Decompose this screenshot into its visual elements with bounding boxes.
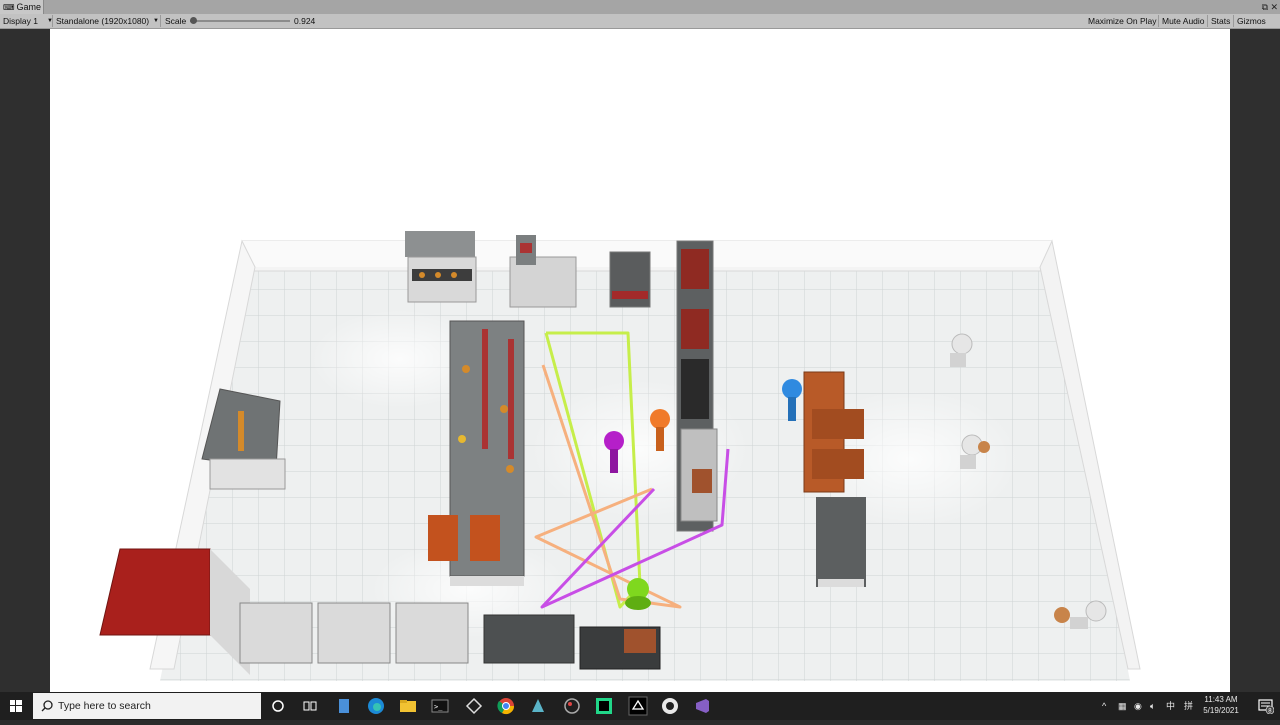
game-canvas[interactable] (50, 29, 1230, 692)
chevron-down-icon: ▼ (153, 18, 159, 24)
github-icon[interactable] (660, 696, 680, 716)
toolbar-divider (160, 15, 161, 27)
terminal-icon[interactable]: >_ (430, 696, 450, 716)
unity-hub-icon[interactable] (464, 696, 484, 716)
toolbar-divider (1207, 15, 1208, 27)
taskbar-clock[interactable]: 11:43 AM 5/19/2021 (1199, 694, 1243, 716)
maximize-pane-button[interactable]: ⧉ (1262, 0, 1268, 14)
file-icon[interactable] (334, 696, 354, 716)
game-viewport (0, 29, 1280, 692)
chrome-icon[interactable] (496, 696, 516, 716)
mute-audio-toggle[interactable]: Mute Audio (1162, 14, 1205, 28)
scale-slider-handle[interactable] (190, 17, 197, 24)
toolbar-divider (1158, 15, 1159, 27)
fryer-line (676, 240, 718, 532)
search-icon (41, 700, 53, 712)
notification-icon[interactable]: 8 (1258, 698, 1274, 714)
ime-mode-pinyin[interactable]: 拼 (1184, 692, 1193, 720)
toolbar-divider (1233, 15, 1234, 27)
close-pane-button[interactable]: ✕ (1270, 0, 1278, 14)
scale-slider[interactable] (190, 20, 290, 22)
svg-text:>_: >_ (434, 703, 443, 711)
edge-icon[interactable] (366, 696, 386, 716)
taskbar-search-box[interactable]: Type here to search (33, 693, 261, 719)
volume-icon[interactable]: 🔈︎ (1150, 692, 1155, 720)
tab-game[interactable]: ⌨ Game (0, 0, 44, 14)
scale-label: Scale (165, 16, 187, 26)
tab-game-label: Game (16, 2, 42, 12)
oven-back (609, 251, 651, 308)
display-dropdown[interactable]: Display 1 (3, 14, 38, 28)
pycharm-icon[interactable] (594, 696, 614, 716)
app-tray-icon[interactable]: ◉ (1134, 692, 1142, 720)
cortana-icon[interactable] (268, 696, 288, 716)
toolbar-divider (52, 15, 53, 27)
clock-date: 5/19/2021 (1203, 706, 1239, 715)
gizmos-dropdown[interactable]: Gizmos (1237, 14, 1266, 28)
visual-studio-icon[interactable] (692, 696, 712, 716)
scale-value: 0.924 (294, 16, 316, 26)
resolution-dropdown[interactable]: Standalone (1920x1080) (56, 14, 149, 28)
unity-icon[interactable] (628, 696, 648, 716)
chevron-up-icon[interactable]: ^ (1102, 692, 1106, 720)
clock-time: 11:43 AM (1204, 695, 1238, 704)
windows-taskbar: Type here to search >_ ^ ▦ ◉ 🔈︎ 中 拼 11:4… (0, 692, 1280, 720)
ime-mode[interactable]: 中 (1166, 692, 1175, 720)
resolution-dropdown-label: Standalone (1920x1080) (56, 16, 150, 26)
windows-logo-icon (10, 700, 22, 712)
game-controller-icon: ⌨ (3, 3, 15, 12)
grill-station (405, 231, 477, 303)
kitchen-scene (99, 231, 1141, 681)
paint-icon[interactable] (562, 696, 582, 716)
folder-icon[interactable] (398, 696, 418, 716)
editor-tab-strip: ⌨ Game ⧉ ✕ (0, 0, 1280, 15)
maximize-on-play-toggle[interactable]: Maximize On Play (1088, 14, 1157, 28)
stats-toggle[interactable]: Stats (1211, 14, 1230, 28)
task-view-icon[interactable] (300, 696, 320, 716)
app-icon[interactable] (528, 696, 548, 716)
search-placeholder: Type here to search (58, 700, 151, 712)
game-toolbar: Display 1 ▼ Standalone (1920x1080) ▼ Sca… (0, 14, 1280, 29)
start-button[interactable] (0, 692, 32, 720)
network-icon[interactable]: ▦ (1118, 692, 1127, 720)
display-dropdown-label: Display 1 (3, 16, 38, 26)
